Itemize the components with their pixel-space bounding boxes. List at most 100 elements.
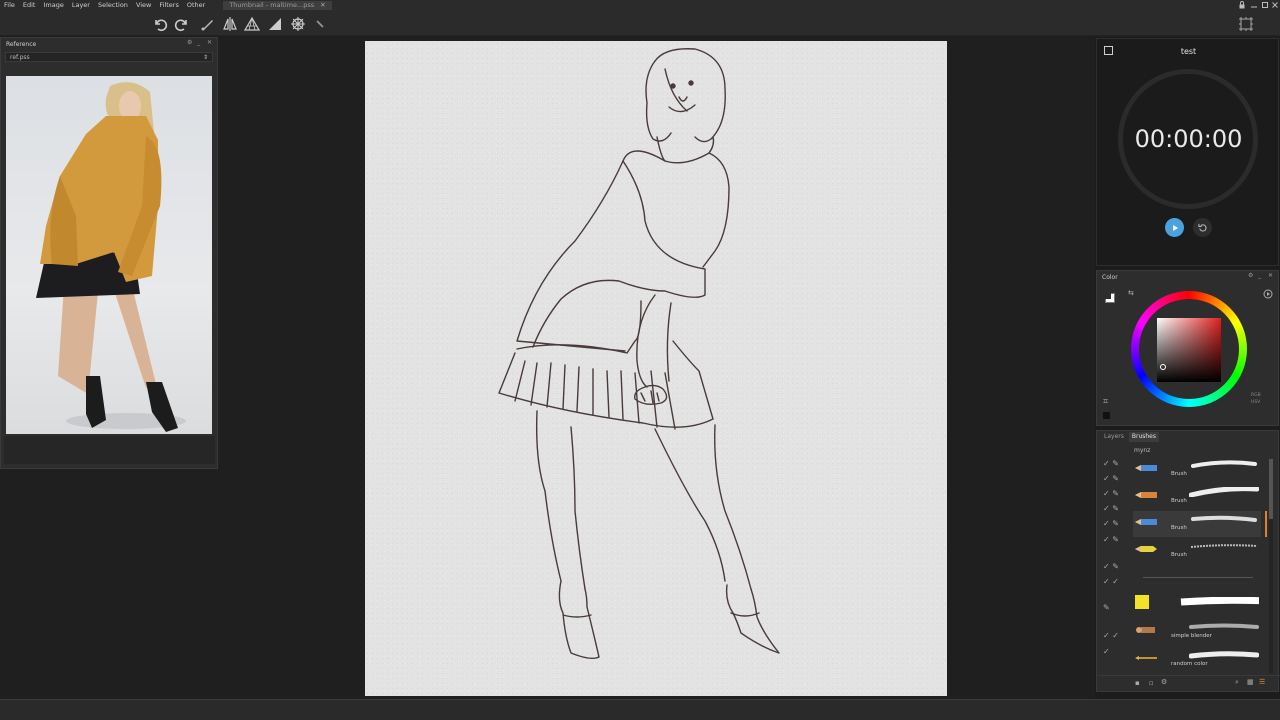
brush-slot-icons[interactable]: ✓ xyxy=(1103,647,1129,657)
brushes-panel-footer: ▪ ▫ ⚙ ⌕ ▦ ☰ xyxy=(1097,675,1280,691)
brush-item[interactable]: Brush xyxy=(1133,538,1261,564)
gear-icon[interactable]: ⚙ xyxy=(1161,678,1167,686)
brush-name: Brush xyxy=(1171,498,1187,504)
pencil-icon xyxy=(1135,465,1157,471)
list-view-icon[interactable]: ☰ xyxy=(1259,678,1265,686)
undo-icon[interactable] xyxy=(151,15,169,33)
scrollbar-thumb[interactable] xyxy=(1269,459,1273,519)
saturation-value-square[interactable] xyxy=(1157,318,1221,382)
brush-icon[interactable] xyxy=(199,15,217,33)
play-button[interactable] xyxy=(1165,218,1184,237)
secondary-color-swatch[interactable] xyxy=(1105,293,1111,299)
pencil-icon xyxy=(1135,546,1157,552)
brush-item[interactable]: random color xyxy=(1133,647,1261,673)
menu-view[interactable]: View xyxy=(132,0,155,11)
brush-slot-icons[interactable]: ✓ ✓ xyxy=(1103,631,1129,641)
reference-footer xyxy=(4,436,215,464)
tab-layers[interactable]: Layers xyxy=(1101,432,1127,442)
close-icon[interactable]: ✕ xyxy=(207,40,213,46)
toolbar xyxy=(0,11,1280,36)
brush-slot-icons[interactable]: ✓ ✎ xyxy=(1103,504,1129,514)
ruler-icon[interactable] xyxy=(266,15,284,33)
brush-item[interactable]: simple blender xyxy=(1133,619,1261,645)
paintbrush-icon xyxy=(1135,656,1157,660)
grid-view-icon[interactable]: ▦ xyxy=(1247,678,1254,686)
brush-item[interactable] xyxy=(1133,591,1261,617)
reset-icon xyxy=(1198,223,1207,232)
color-mode-rgb[interactable]: RGB xyxy=(1251,393,1261,398)
brush-slot-icons[interactable]: ✓ ✎ xyxy=(1103,519,1129,529)
brush-stroke-preview xyxy=(1189,623,1259,629)
brush-slot-icons[interactable]: ✓ ✎ xyxy=(1103,489,1129,499)
selected-indicator xyxy=(1265,511,1267,537)
reference-panel-title: Reference xyxy=(6,40,37,48)
minimize-icon[interactable]: _ xyxy=(1258,273,1264,279)
brush-item-selected[interactable]: Brush xyxy=(1133,511,1261,537)
reference-image[interactable] xyxy=(6,76,212,434)
brush-slot-icons[interactable]: ✓ ✎ xyxy=(1103,474,1129,484)
brush-stroke-preview xyxy=(1190,544,1258,548)
maximize-icon[interactable] xyxy=(1261,1,1269,9)
black-swatch[interactable] xyxy=(1103,412,1110,419)
document-tab-label: Thumbnail - maltime...pss xyxy=(229,1,315,9)
brush-item[interactable]: Brush xyxy=(1133,484,1261,510)
minimize-icon[interactable]: _ xyxy=(197,40,203,46)
brush-slot-icons[interactable]: ✓ ✎ xyxy=(1103,535,1129,545)
new-brush-icon[interactable]: ▪ xyxy=(1135,679,1140,687)
sketch-drawing xyxy=(498,48,780,660)
brush-stroke-preview xyxy=(1191,515,1257,522)
reset-button[interactable] xyxy=(1193,218,1212,237)
marker-icon xyxy=(1135,595,1149,609)
perspective-icon[interactable] xyxy=(243,15,261,33)
reference-panel-header: Reference ⚙ _ ✕ xyxy=(1,38,217,50)
chevron-updown-icon: ⇕ xyxy=(202,53,208,61)
drawing-canvas[interactable] xyxy=(365,41,947,696)
delete-icon[interactable]: ▫ xyxy=(1149,679,1154,687)
brush-name: simple blender xyxy=(1171,633,1212,639)
play-icon[interactable] xyxy=(1263,289,1273,299)
radial-icon[interactable] xyxy=(289,15,307,33)
brush-name: Brush xyxy=(1171,471,1187,477)
reference-file-name: ref.pss xyxy=(10,53,30,61)
pencil-icon xyxy=(1135,519,1157,525)
swap-colors-icon[interactable]: ⇆ xyxy=(1128,289,1134,297)
reference-panel: Reference ⚙ _ ✕ ref.pss ⇕ xyxy=(0,37,218,469)
menu-bar: File Edit Image Layer Selection View Fil… xyxy=(0,0,1280,11)
menu-selection[interactable]: Selection xyxy=(94,0,132,11)
settings-icon[interactable] xyxy=(1237,15,1255,33)
brush-slot-icons[interactable]: ✓ ✓ xyxy=(1103,577,1129,587)
menu-edit[interactable]: Edit xyxy=(19,0,40,11)
menu-image[interactable]: Image xyxy=(39,0,67,11)
document-tab[interactable]: Thumbnail - maltime...pss ✕ xyxy=(223,1,332,10)
brush-slot-icons[interactable]: ✎ xyxy=(1103,603,1129,613)
brush-slot-icons[interactable]: ✓ ✎ xyxy=(1103,459,1129,469)
brushes-scrollbar[interactable] xyxy=(1269,459,1273,673)
tab-brushes[interactable]: Brushes xyxy=(1128,432,1159,442)
lock-icon[interactable] xyxy=(1238,1,1246,9)
close-icon[interactable]: ✕ xyxy=(320,1,325,10)
pen-icon[interactable] xyxy=(311,15,329,33)
menu-file[interactable]: File xyxy=(0,0,19,11)
gear-icon[interactable]: ⚙ xyxy=(1248,273,1254,279)
window-close-icon[interactable] xyxy=(1271,1,1279,9)
color-mode-hsv[interactable]: HSV xyxy=(1251,400,1260,405)
color-picker-marker[interactable] xyxy=(1160,364,1166,370)
gear-icon[interactable]: ⚙ xyxy=(187,40,193,46)
brush-name: random color xyxy=(1171,661,1208,667)
brush-stroke-preview xyxy=(1180,597,1259,606)
redo-icon[interactable] xyxy=(173,15,191,33)
pencil-icon xyxy=(1135,492,1157,498)
search-icon[interactable]: ⌕ xyxy=(1235,678,1239,687)
minimize-icon[interactable] xyxy=(1250,1,1258,9)
brush-slot-icons[interactable]: ✓ ✎ xyxy=(1103,562,1129,572)
brush-item[interactable]: Brush xyxy=(1133,457,1261,483)
symmetry-icon[interactable] xyxy=(221,15,239,33)
timer-title: test xyxy=(1180,47,1197,56)
status-bar xyxy=(0,699,1280,720)
menu-filters[interactable]: Filters xyxy=(155,0,182,11)
close-icon[interactable]: ✕ xyxy=(1268,273,1274,279)
grid-icon[interactable]: ⌗ xyxy=(1103,397,1108,407)
menu-layer[interactable]: Layer xyxy=(68,0,94,11)
menu-other[interactable]: Other xyxy=(183,0,209,11)
reference-file-select[interactable]: ref.pss ⇕ xyxy=(5,52,213,62)
